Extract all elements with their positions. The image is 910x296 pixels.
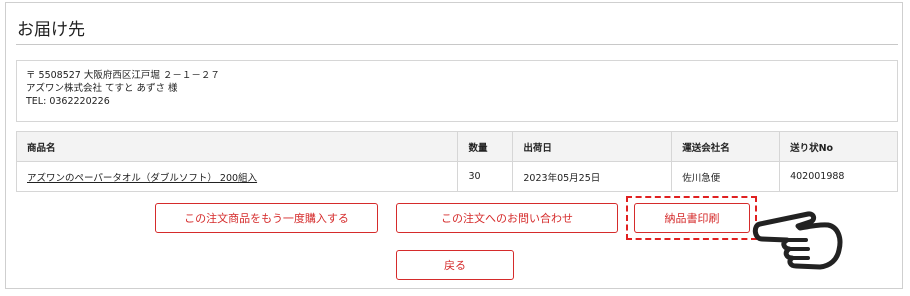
column-header-product: 商品名 — [15, 131, 459, 162]
table-header-row: 商品名 数量 出荷日 運送会社名 送り状No — [15, 131, 898, 162]
column-header-quantity: 数量 — [457, 131, 514, 162]
address-postal-line: 〒 5508527 大阪府西区江戸堀 ２－１－２７ — [26, 70, 220, 81]
cell-tracking-no: 402001988 — [779, 161, 898, 192]
column-header-carrier: 運送会社名 — [671, 131, 781, 162]
cell-carrier: 佐川急便 — [671, 161, 781, 192]
column-header-tracking-no: 送り状No — [779, 131, 898, 162]
shipment-table: 商品名 数量 出荷日 運送会社名 送り状No アズワンのペーパータオル（ダブルソ… — [15, 131, 898, 192]
cell-quantity: 30 — [457, 161, 514, 192]
address-box: 〒 5508527 大阪府西区江戸堀 ２－１－２７ アズワン株式会社 てすと あ… — [16, 60, 898, 122]
product-link[interactable]: アズワンのペーパータオル（ダブルソフト） 200組入 — [27, 173, 257, 184]
pointing-hand-icon — [752, 211, 843, 270]
cell-product: アズワンのペーパータオル（ダブルソフト） 200組入 — [15, 161, 459, 192]
inquiry-button[interactable]: この注文へのお問い合わせ — [396, 203, 618, 233]
column-header-ship-date: 出荷日 — [512, 131, 673, 162]
reorder-button[interactable]: この注文商品をもう一度購入する — [155, 203, 378, 233]
title-divider — [16, 44, 898, 45]
section-title: お届け先 — [17, 20, 85, 40]
cell-ship-date: 2023年05月25日 — [512, 161, 673, 192]
back-button[interactable]: 戻る — [396, 250, 514, 280]
address-tel-line: TEL: 0362220226 — [26, 96, 110, 107]
table-row: アズワンのペーパータオル（ダブルソフト） 200組入 30 2023年05月25… — [15, 161, 898, 192]
address-name-line: アズワン株式会社 てすと あずさ 様 — [26, 83, 178, 94]
print-invoice-button[interactable]: 納品書印刷 — [634, 203, 750, 233]
